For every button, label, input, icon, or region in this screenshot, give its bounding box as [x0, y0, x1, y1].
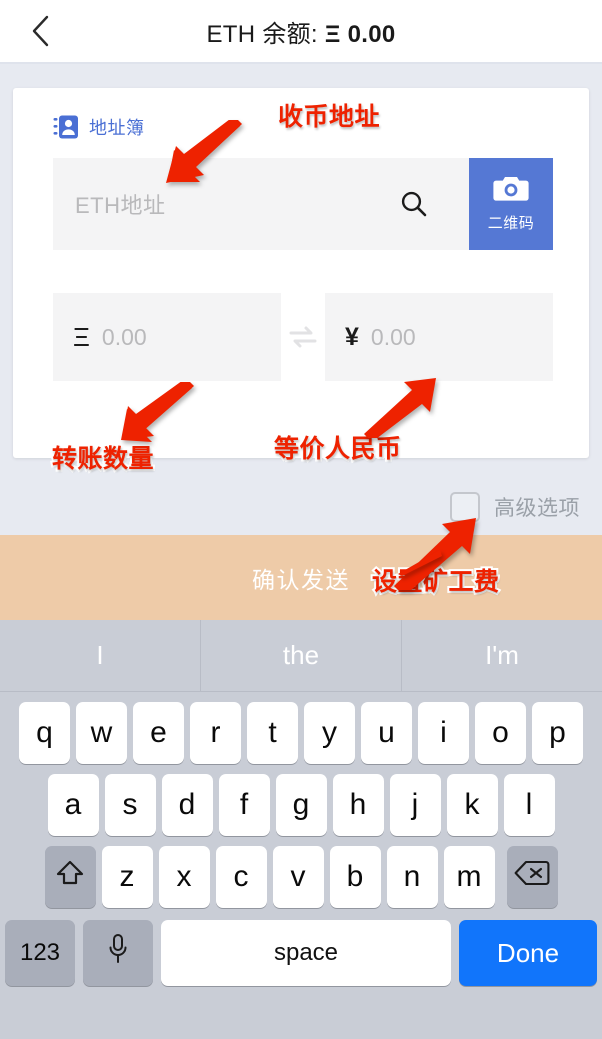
qr-scan-button[interactable]: 二维码	[469, 158, 553, 250]
address-input-placeholder: ETH地址	[75, 193, 166, 218]
navbar-divider	[0, 62, 602, 64]
done-key[interactable]: Done	[459, 920, 597, 986]
annotation-arrow-to-address	[160, 120, 250, 195]
backspace-key[interactable]	[506, 846, 558, 908]
search-icon[interactable]	[399, 189, 429, 219]
navigation-bar: ETH 余额: Ξ 0.00	[0, 0, 602, 62]
key-u[interactable]: u	[361, 702, 412, 764]
contact-card-icon	[53, 114, 79, 140]
annotation-arrow-to-cny-amount	[358, 376, 438, 438]
annotation-transfer-amount: 转账数量	[50, 442, 156, 475]
key-o[interactable]: o	[475, 702, 526, 764]
keyboard-row-4: 123 space Done	[0, 908, 602, 986]
virtual-keyboard: I the I'm q w e r t y u i o p a s d f g …	[0, 620, 602, 1039]
annotation-receiving-address: 收币地址	[276, 100, 382, 133]
shift-up-arrow-icon	[55, 858, 85, 896]
cny-symbol: ¥	[345, 322, 359, 351]
dictation-key[interactable]	[83, 920, 153, 986]
key-j[interactable]: j	[389, 774, 441, 836]
key-g[interactable]: g	[275, 774, 327, 836]
key-i[interactable]: i	[418, 702, 469, 764]
key-y[interactable]: y	[304, 702, 355, 764]
annotation-arrow-miner-fee-tail	[396, 548, 444, 576]
confirm-send-label: 确认发送	[252, 566, 350, 593]
address-input-row: ETH地址 二维码	[53, 158, 553, 250]
key-q[interactable]: q	[19, 702, 70, 764]
address-book-link[interactable]: 地址簿	[53, 114, 145, 140]
key-b[interactable]: b	[329, 846, 381, 908]
key-c[interactable]: c	[215, 846, 267, 908]
microphone-icon	[107, 933, 129, 973]
keyboard-row-2: a s d f g h j k l	[0, 764, 602, 836]
qr-scan-label: 二维码	[487, 215, 535, 232]
key-n[interactable]: n	[386, 846, 438, 908]
suggestion-item[interactable]: I	[0, 620, 200, 691]
transfer-card: 地址簿 ETH地址 二维码 Ξ 0.00 ¥ 0.00	[13, 88, 589, 458]
key-r[interactable]: r	[190, 702, 241, 764]
suggestion-bar: I the I'm	[0, 620, 602, 692]
key-m[interactable]: m	[443, 846, 495, 908]
key-d[interactable]: d	[161, 774, 213, 836]
key-f[interactable]: f	[218, 774, 270, 836]
chevron-left-icon	[30, 14, 52, 48]
key-v[interactable]: v	[272, 846, 324, 908]
key-a[interactable]: a	[47, 774, 99, 836]
key-z[interactable]: z	[101, 846, 153, 908]
key-k[interactable]: k	[446, 774, 498, 836]
back-button[interactable]	[24, 14, 58, 48]
key-s[interactable]: s	[104, 774, 156, 836]
confirm-send-button[interactable]: 确认发送	[0, 535, 602, 620]
key-h[interactable]: h	[332, 774, 384, 836]
cny-amount-placeholder: 0.00	[370, 323, 416, 350]
key-w[interactable]: w	[76, 702, 127, 764]
balance-symbol: Ξ	[324, 20, 341, 48]
keyboard-row-1: q w e r t y u i o p	[0, 692, 602, 764]
swap-horizontal-icon[interactable]	[281, 325, 325, 349]
page-title-prefix: ETH 余额:	[206, 20, 325, 48]
key-e[interactable]: e	[133, 702, 184, 764]
eth-amount-input[interactable]: Ξ 0.00	[53, 293, 281, 381]
eth-symbol: Ξ	[73, 321, 90, 352]
key-t[interactable]: t	[247, 702, 298, 764]
suggestion-item[interactable]: I'm	[401, 620, 602, 691]
numeric-key[interactable]: 123	[5, 920, 75, 986]
amount-row: Ξ 0.00 ¥ 0.00	[53, 293, 553, 381]
balance-amount: 0.00	[347, 20, 396, 48]
phone-screen: ETH 余额: Ξ 0.00 地址簿 ETH地址 二维码 Ξ 0.00 ¥ 0.…	[0, 0, 602, 1039]
advanced-options-label: 高级选项	[494, 497, 580, 520]
address-input[interactable]: ETH地址	[53, 158, 469, 250]
key-l[interactable]: l	[503, 774, 555, 836]
annotation-arrow-to-eth-amount	[120, 382, 202, 444]
cny-amount-input[interactable]: ¥ 0.00	[325, 293, 553, 381]
backspace-delete-icon	[514, 860, 550, 894]
camera-icon	[492, 175, 530, 208]
page-title: ETH 余额: Ξ 0.00	[0, 14, 602, 49]
space-key[interactable]: space	[161, 920, 451, 986]
suggestion-item[interactable]: the	[200, 620, 401, 691]
key-x[interactable]: x	[158, 846, 210, 908]
shift-key[interactable]	[44, 846, 96, 908]
eth-amount-placeholder: 0.00	[101, 323, 147, 350]
key-p[interactable]: p	[532, 702, 583, 764]
balance-value	[341, 21, 348, 48]
address-book-label: 地址簿	[89, 118, 145, 138]
keyboard-row-3: z x c v b n m	[0, 836, 602, 908]
